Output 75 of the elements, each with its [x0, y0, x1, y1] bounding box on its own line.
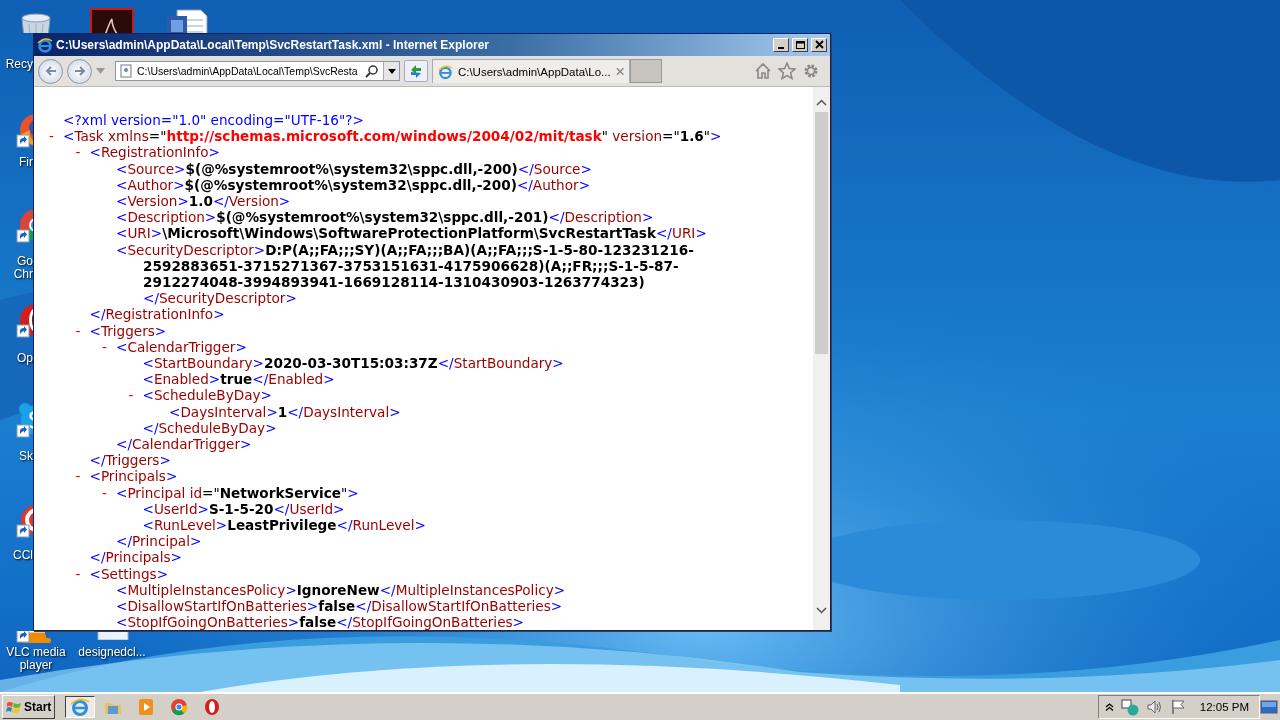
xml-line: <ScheduleByDay>	[142, 387, 272, 404]
icon-label: VLC media player	[5, 646, 67, 672]
xml-line: <RegistrationInfo>	[89, 144, 220, 161]
speaker-icon[interactable]	[1145, 699, 1164, 715]
network-icon[interactable]	[1120, 698, 1139, 716]
collapse-toggle[interactable]: -	[49, 128, 63, 145]
dropdown-button[interactable]	[383, 62, 399, 80]
collapse-toggle[interactable]: -	[75, 468, 90, 485]
xml-line: <DaysInterval>1</DaysInterval>	[169, 403, 401, 420]
xml-line: </SecurityDescriptor>	[142, 290, 297, 307]
start-button[interactable]: Start	[2, 695, 56, 719]
show-desktop-icon[interactable]	[1260, 698, 1278, 716]
icon-label: Sk	[18, 450, 33, 463]
xml-line: <Settings>	[89, 565, 169, 582]
xml-line: <StopIfGoingOnBatteries>false</StopIfGoingOnBatteries>	[116, 614, 524, 630]
taskbar-app[interactable]	[65, 696, 96, 718]
caret-icon[interactable]	[387, 68, 396, 74]
back-button[interactable]	[38, 58, 63, 84]
icon-label: Op	[16, 352, 33, 365]
xml-line: <RunLevel>LeastPrivilege</RunLevel>	[142, 517, 426, 534]
chevron-icon[interactable]	[1104, 703, 1114, 711]
page-icon	[119, 64, 133, 78]
xml-line: <Enabled>true</Enabled>	[142, 371, 335, 388]
scroll-down-icon[interactable]	[816, 607, 827, 614]
icon-label: designedcl...	[78, 646, 146, 659]
home-icon[interactable]	[754, 62, 772, 80]
browser-icon	[37, 37, 53, 53]
xml-line: <StartBoundary>2020-03-30T15:03:37Z</StartBoundary>	[142, 355, 564, 372]
scrollbar[interactable]	[813, 87, 830, 630]
scroll-thumb[interactable]	[815, 112, 828, 354]
xml-line: <Description>$(@%systemroot%\system32\sppc.dll,-201)</Description>	[116, 209, 654, 226]
collapse-toggle[interactable]: -	[102, 484, 116, 501]
scroll-up-icon[interactable]	[816, 99, 827, 106]
browser-icon[interactable]	[169, 697, 190, 717]
xml-line: </RegistrationInfo>	[89, 306, 225, 323]
xml-line: </Principals>	[89, 549, 182, 566]
xml-line: <?xml version="1.0" encoding="UTF-16"?>	[63, 112, 364, 129]
xml-line: <URI>\Microsoft\Windows\SoftwareProtectionPlatform\SvcRestartTask</URI>	[116, 225, 707, 242]
xml-line: <CalendarTrigger>	[116, 338, 247, 356]
xml-line: <Principal id="NetworkService">	[116, 484, 359, 501]
collapse-toggle[interactable]: -	[75, 144, 90, 161]
collapse-toggle[interactable]: -	[75, 565, 90, 582]
xml-line: <MultipleInstancesPolicy>IgnoreNew</MultipleInstancesPolicy>	[116, 581, 566, 599]
icon-label: Go Chr	[12, 255, 33, 281]
xml-line: <DisallowStartIfOnBatteries>false</DisallowStartIfOnBatteries>	[116, 598, 563, 615]
xml-line: </Principal>	[116, 533, 202, 550]
xml-line: <Author>$(@%systemroot%\system32\sppc.dll,-200)</Author>	[116, 176, 591, 193]
forward-button[interactable]	[67, 58, 92, 84]
collapse-toggle[interactable]: -	[102, 338, 116, 356]
xml-line: </Triggers>	[89, 452, 171, 469]
arrow-icon[interactable]	[43, 65, 58, 77]
document-icon[interactable]	[90, 8, 134, 33]
settings-icon[interactable]	[802, 62, 820, 80]
icon-label: Fir	[18, 156, 33, 169]
xml-line: <Task xmlns="http://schemas.microsoft.com/windows/2004/02/mit/task" version="1.6">	[63, 128, 722, 145]
collapse-toggle[interactable]: -	[75, 322, 90, 339]
search-icon[interactable]	[365, 64, 379, 78]
xml-line: <Source>$(@%systemroot%\system32\sppc.dll,-200)</Source>	[116, 160, 592, 177]
xml-line: <UserId>S-1-5-20</UserId>	[142, 500, 345, 518]
address-field[interactable]: C:\Users\admin\AppData\Local\Temp\SvcResta	[115, 61, 400, 81]
xml-line: <Triggers>	[89, 322, 167, 339]
arrow-icon[interactable]	[72, 65, 87, 77]
clock[interactable]: 12:05 PM	[1199, 701, 1249, 713]
xml-line: <Version>1.0</Version>	[116, 193, 291, 210]
window-title: C:\Users\admin\AppData\Local\Temp\SvcRestartTask.xml - Internet Explorer	[56, 38, 490, 52]
icon-label: Recy	[4, 58, 33, 71]
xml-line: <Principals>	[89, 468, 178, 485]
flag-icon[interactable]	[1170, 699, 1187, 715]
xml-line: </CalendarTrigger>	[116, 436, 252, 453]
xml-line: </ScheduleByDay>	[142, 419, 277, 437]
star-icon[interactable]	[778, 62, 796, 80]
xml-line: <SecurityDescriptor>D:P(A;;FA;;;SY)(A;;FA;;;BA)(A;;FA;;;S-1-5-80-123231216-2592883651-3715271367-3753151631-4175906628)(A;;FR;;;S-1-5-87-2912274048-3994893941-1669128114-1310430903-1263774323)	[116, 241, 695, 291]
collapse-toggle[interactable]: -	[128, 387, 143, 404]
icon-label: CCl	[12, 549, 33, 562]
windows-logo-icon[interactable]	[6, 699, 22, 715]
